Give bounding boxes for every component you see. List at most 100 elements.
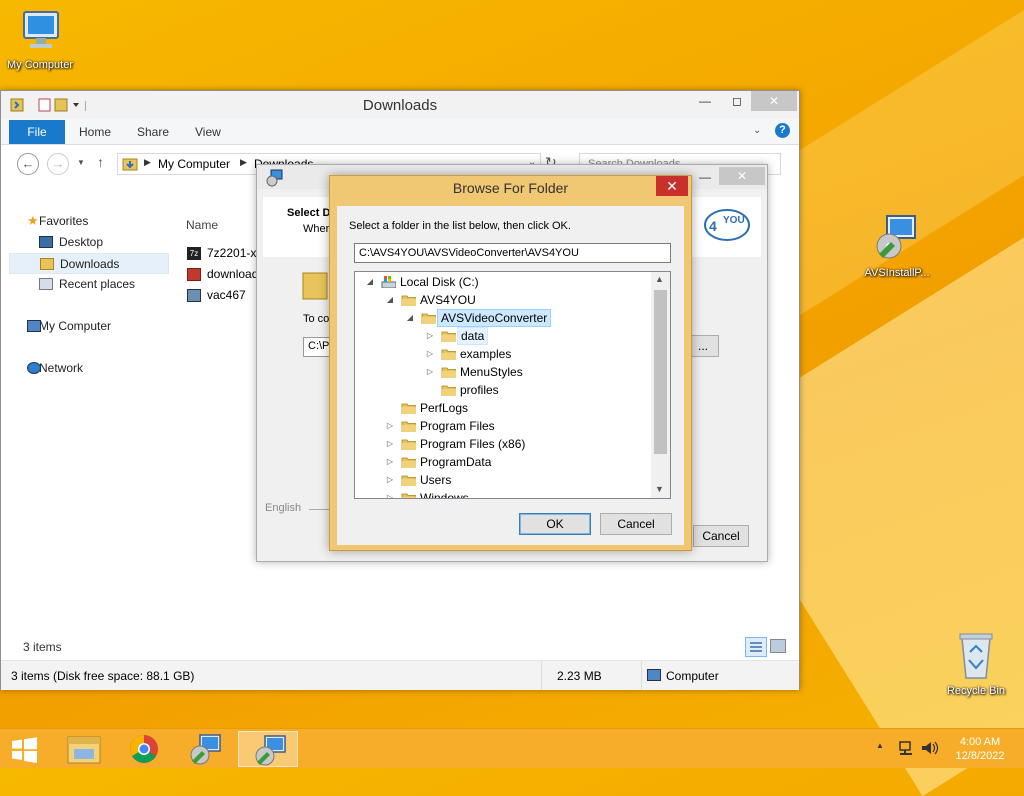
browse-for-folder-dialog: Browse For Folder ✕ Select a folder in t… xyxy=(329,175,692,551)
help-icon[interactable]: ? xyxy=(775,123,790,138)
nav-my-computer[interactable]: My Computer xyxy=(9,316,169,337)
collapse-arrow-icon[interactable]: ◢ xyxy=(365,273,375,291)
tree-node[interactable]: profiles xyxy=(355,381,651,399)
downloads-folder-icon xyxy=(122,158,138,171)
folder-icon xyxy=(401,295,416,306)
nav-downloads[interactable]: Downloads xyxy=(9,253,169,274)
scroll-down-icon[interactable]: ▼ xyxy=(655,484,664,494)
nav-network[interactable]: Network xyxy=(9,358,169,379)
desktop-icon-label: My Computer xyxy=(6,59,74,71)
taskbar: ▲ 4:00 AM 12/8/2022 xyxy=(0,728,1024,768)
installer-icon xyxy=(876,215,916,259)
tab-file[interactable]: File xyxy=(9,120,65,144)
status-size: 2.23 MB xyxy=(557,669,602,683)
nav-desktop[interactable]: Desktop xyxy=(9,232,169,253)
tree-node[interactable]: ◢ Local Disk (C:) xyxy=(355,273,651,291)
tree-node[interactable]: ▷ MenuStyles xyxy=(355,363,651,381)
expand-arrow-icon[interactable]: ▷ xyxy=(425,327,435,345)
breadcrumb-my-computer[interactable]: My Computer xyxy=(158,157,230,171)
large-icons-view-button[interactable] xyxy=(770,639,786,653)
desktop-icon-label: Recycle Bin xyxy=(946,685,1006,697)
taskbar-file-explorer[interactable] xyxy=(54,731,114,767)
document-icon xyxy=(187,268,201,281)
installer-icon xyxy=(266,169,283,187)
dialog-close-button[interactable]: ✕ xyxy=(656,176,688,196)
expand-arrow-icon[interactable]: ▷ xyxy=(425,363,435,381)
collapse-arrow-icon[interactable]: ◢ xyxy=(385,291,395,309)
maximize-button[interactable]: ◻ xyxy=(721,91,753,111)
cancel-button[interactable]: Cancel xyxy=(600,513,672,535)
folder-path-field[interactable]: C:\AVS4YOU\AVSVideoConverter\AVS4YOU xyxy=(354,243,671,263)
scroll-up-icon[interactable]: ▲ xyxy=(655,274,664,284)
tab-share[interactable]: Share xyxy=(137,125,169,139)
expand-arrow-icon[interactable]: ▷ xyxy=(385,417,395,435)
tree-node[interactable]: PerfLogs xyxy=(355,399,651,417)
expand-arrow-icon[interactable]: ▷ xyxy=(385,435,395,453)
tree-scrollbar[interactable]: ▲ ▼ xyxy=(651,272,670,498)
folder-open-icon xyxy=(421,313,436,324)
network-tray-icon[interactable] xyxy=(898,739,916,757)
computer-icon xyxy=(23,11,59,48)
ok-button[interactable]: OK xyxy=(519,513,591,535)
desktop-icon-my-computer[interactable]: My Computer xyxy=(0,8,80,71)
file-name: vac467 xyxy=(207,288,246,302)
expand-arrow-icon[interactable]: ▷ xyxy=(425,345,435,363)
installer-cancel-button[interactable]: Cancel xyxy=(693,525,749,547)
file-row[interactable]: vac467 xyxy=(185,285,265,306)
expand-arrow-icon[interactable]: ▷ xyxy=(385,471,395,489)
taskbar-installer[interactable] xyxy=(174,731,234,767)
explorer-titlebar[interactable]: Downloads — ◻ ✕ xyxy=(1,91,799,119)
tree-node-label: examples xyxy=(460,347,512,361)
expand-arrow-icon[interactable]: ▷ xyxy=(385,453,395,471)
folder-icon xyxy=(401,475,416,486)
folder-tree[interactable]: ◢ Local Disk (C:) ◢ AVS4YOU ◢ AVSVideoConvert… xyxy=(354,271,671,499)
taskbar-clock[interactable]: 4:00 AM 12/8/2022 xyxy=(952,735,1008,763)
up-button[interactable]: ↑ xyxy=(97,154,104,170)
tab-home[interactable]: Home xyxy=(79,125,111,139)
tree-node[interactable]: ▷ Program Files (x86) xyxy=(355,435,651,453)
forward-button[interactable]: → xyxy=(47,153,69,175)
dialog-title: Browse For Folder xyxy=(452,180,569,196)
tree-node[interactable]: ▷ data xyxy=(355,327,651,345)
tree-node[interactable]: ◢ AVS4YOU xyxy=(355,291,651,309)
file-row[interactable]: 7z 7z2201-x6 xyxy=(185,243,265,264)
status-divider xyxy=(641,661,642,690)
taskbar-installer-active[interactable] xyxy=(238,731,298,767)
minimize-button[interactable]: — xyxy=(689,167,721,187)
scroll-thumb[interactable] xyxy=(654,290,667,454)
nav-recent-places[interactable]: Recent places xyxy=(9,274,169,295)
avs4you-logo: 4 YOU xyxy=(704,209,750,241)
nav-favorites[interactable]: ★ Favorites xyxy=(9,211,169,232)
folder-icon xyxy=(401,439,416,450)
nav-label: Recent places xyxy=(59,277,136,291)
minimize-button[interactable]: — xyxy=(689,91,721,111)
desktop-icon-avs-installer[interactable]: AVSInstallP... xyxy=(857,214,937,279)
folder-icon xyxy=(401,421,416,432)
close-button[interactable]: ✕ xyxy=(719,167,765,185)
details-view-button[interactable] xyxy=(745,637,767,657)
file-row[interactable]: download xyxy=(185,264,265,285)
start-button[interactable] xyxy=(0,731,48,767)
desktop-icon-recycle-bin[interactable]: Recycle Bin xyxy=(936,630,1016,697)
tree-node[interactable]: ▷ Program Files xyxy=(355,417,651,435)
file-list: 7z 7z2201-x6 download vac467 xyxy=(185,243,265,306)
navigation-pane: ★ Favorites Desktop Downloads Recent pla… xyxy=(9,211,169,379)
taskbar-chrome[interactable] xyxy=(114,731,174,767)
ribbon-expand-icon[interactable]: ⌄ xyxy=(753,125,761,136)
back-button[interactable]: ← xyxy=(17,153,39,175)
tab-view[interactable]: View xyxy=(195,125,221,139)
close-button[interactable]: ✕ xyxy=(751,91,797,111)
column-header-name[interactable]: Name xyxy=(186,218,218,232)
tree-node[interactable]: ▷ Users xyxy=(355,471,651,489)
recent-locations-icon[interactable]: ▼ xyxy=(77,158,85,167)
network-icon xyxy=(27,362,41,374)
collapse-arrow-icon[interactable]: ◢ xyxy=(405,309,415,327)
tree-node[interactable]: ▷ Windows xyxy=(355,489,651,498)
volume-icon[interactable] xyxy=(920,739,940,757)
show-hidden-icons-icon[interactable]: ▲ xyxy=(876,741,884,750)
folder-icon xyxy=(401,403,416,414)
tree-node[interactable]: ▷ examples xyxy=(355,345,651,363)
expand-arrow-icon[interactable]: ▷ xyxy=(385,489,395,498)
tree-node[interactable]: ◢ AVSVideoConverter xyxy=(355,309,651,327)
tree-node[interactable]: ▷ ProgramData xyxy=(355,453,651,471)
